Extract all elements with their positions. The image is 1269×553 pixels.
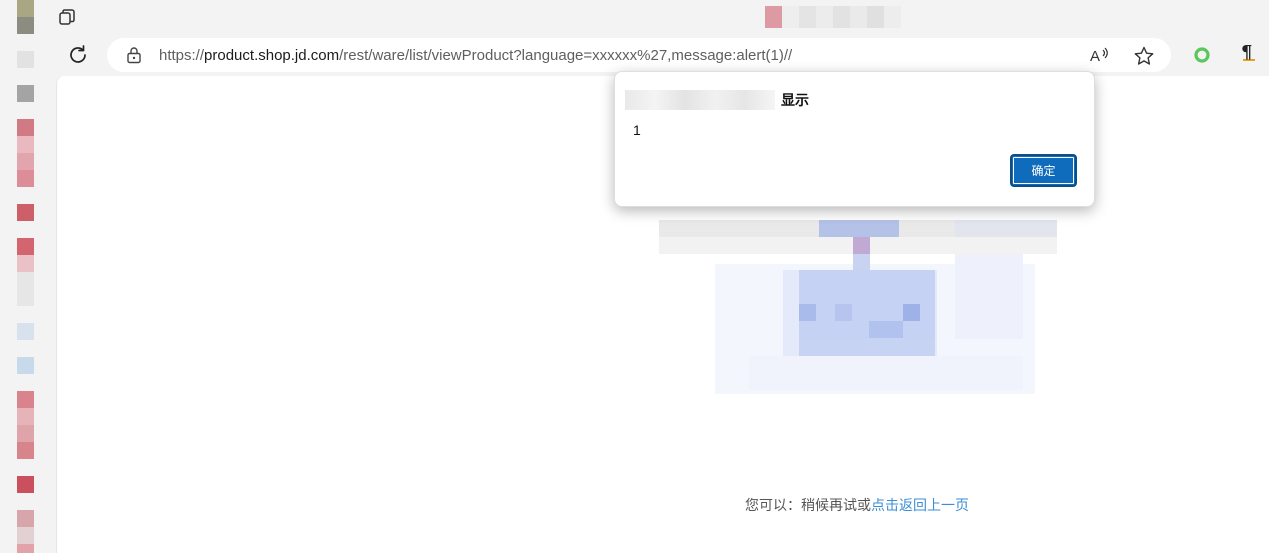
star-icon[interactable] (1133, 45, 1155, 67)
dialog-header: 显示 (625, 90, 809, 110)
back-link[interactable]: 点击返回上一页 (871, 497, 969, 513)
retry-hint: 您可以：稍候再试或点击返回上一页 (745, 495, 969, 515)
tab-favicon[interactable] (17, 391, 34, 408)
tab-favicon[interactable] (17, 238, 34, 255)
tab-favicon[interactable] (17, 442, 34, 459)
dialog-title: 显示 (781, 92, 809, 108)
tab-favicon[interactable] (17, 527, 34, 544)
tab-favicon[interactable] (17, 136, 34, 153)
dialog-origin-blurred (625, 90, 775, 110)
reload-icon[interactable] (65, 42, 91, 68)
url-prefix: https:// (159, 47, 205, 64)
tab-favicon[interactable] (17, 476, 34, 493)
alert-dialog: 显示 1 确定 (614, 71, 1095, 207)
tab-favicon[interactable] (17, 357, 34, 374)
lock-icon[interactable] (125, 46, 143, 64)
vertical-tab-strip (0, 0, 47, 553)
tab-favicon[interactable] (17, 153, 34, 170)
tab-favicon[interactable] (17, 0, 34, 17)
tab-favicon[interactable] (17, 17, 34, 34)
tab-favicon[interactable] (17, 323, 34, 340)
tab-favicon[interactable] (17, 510, 34, 527)
tab-favicon[interactable] (17, 255, 34, 272)
tab-favicon[interactable] (17, 544, 34, 553)
tab-bar (47, 0, 1269, 36)
green-circle-icon[interactable] (1194, 47, 1210, 63)
read-aloud-icon[interactable]: A (1089, 45, 1111, 65)
address-bar[interactable]: https://product.shop.jd.com/rest/ware/li… (107, 38, 1171, 72)
active-tab-title[interactable] (765, 6, 901, 28)
url-host: product.shop.jd.com (204, 47, 340, 64)
tab-favicon[interactable] (17, 204, 34, 221)
url-text[interactable]: https://product.shop.jd.com/rest/ware/li… (159, 47, 792, 64)
tab-favicon[interactable] (17, 85, 34, 102)
tab-favicon[interactable] (17, 425, 34, 442)
error-illustration (659, 204, 1059, 414)
pilcrow-icon[interactable]: ¶ (1241, 42, 1255, 63)
tab-favicon[interactable] (17, 170, 34, 187)
browser-toolbar: https://product.shop.jd.com/rest/ware/li… (47, 36, 1269, 76)
url-path: /rest/ware/list/viewProduct?language=xxx… (339, 47, 793, 64)
tab-favicon[interactable] (17, 119, 34, 136)
tab-favicon[interactable] (17, 272, 34, 306)
tab-favicon[interactable] (17, 51, 34, 68)
tab-favicon[interactable] (17, 408, 34, 425)
workspaces-icon[interactable] (57, 8, 77, 28)
ok-button[interactable]: 确定 (1010, 154, 1077, 187)
retry-hint-text: 您可以：稍候再试或 (745, 497, 871, 513)
svg-text:A: A (1090, 48, 1100, 65)
dialog-message: 1 (633, 122, 641, 138)
